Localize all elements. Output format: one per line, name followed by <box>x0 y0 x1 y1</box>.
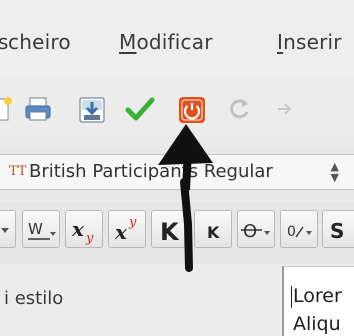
menu-item-label: cheiro <box>8 30 71 54</box>
menu-bar: s cheiro Modificar Inserir <box>0 0 354 78</box>
font-name-value: British Participants Regular <box>29 161 273 182</box>
new-document-icon[interactable] <box>0 96 14 122</box>
wave-underline-icon[interactable]: W <box>22 210 60 248</box>
svg-text:y: y <box>128 215 137 230</box>
style-label: i estilo <box>4 288 64 309</box>
superscript-icon[interactable]: x y <box>108 210 146 248</box>
svg-text:K: K <box>160 218 180 246</box>
save-download-icon[interactable] <box>78 96 105 123</box>
s-icon[interactable]: S <box>322 210 354 248</box>
menu-mnemonic: M <box>119 30 137 54</box>
underline-dropdown-icon[interactable] <box>0 210 16 248</box>
formatting-toolbar: W x y x y K K O 0 S <box>0 202 354 264</box>
reload-icon[interactable] <box>227 96 253 122</box>
font-name-combobox[interactable]: TT British Participants Regular ▲ ▼ <box>0 154 354 190</box>
document-area[interactable]: Lorer Aliqu <box>282 266 354 336</box>
menu-item-ficheiro[interactable]: cheiro <box>8 30 71 54</box>
svg-text:K: K <box>207 223 220 242</box>
strikethrough-icon[interactable]: O <box>237 210 275 248</box>
app-window: s cheiro Modificar Inserir TT British Pa… <box>0 0 354 336</box>
print-icon[interactable] <box>24 96 51 122</box>
truetype-font-icon: TT <box>9 164 27 179</box>
text-caret <box>291 286 292 308</box>
styles-panel: i estilo <box>0 266 282 336</box>
svg-text:x: x <box>71 217 85 241</box>
subscript-icon[interactable]: x y <box>65 210 103 248</box>
svg-text:y: y <box>85 231 94 246</box>
svg-text:W: W <box>28 220 43 238</box>
menu-item-modificar[interactable]: Modificar <box>119 30 213 54</box>
svg-text:x: x <box>114 220 128 244</box>
menu-item-label: nserir <box>283 30 342 54</box>
kerning-k-icon[interactable]: K <box>151 210 189 248</box>
green-checkmark-icon[interactable] <box>125 96 155 122</box>
svg-text:S: S <box>330 219 344 243</box>
numbering-icon[interactable]: 0 <box>280 210 318 248</box>
spin-arrows-icon[interactable]: ▲ ▼ <box>331 161 339 183</box>
document-line: Aliqu <box>293 313 341 335</box>
standard-toolbar <box>0 80 354 138</box>
svg-text:0: 0 <box>287 224 296 240</box>
document-line: Lorer <box>293 285 342 307</box>
menu-item-inserir[interactable]: Inserir <box>277 30 342 54</box>
svg-text:O: O <box>243 221 257 242</box>
font-toolbar: TT British Participants Regular ▲ ▼ <box>0 146 354 200</box>
arrow-icon[interactable] <box>272 96 298 122</box>
power-stop-icon[interactable] <box>178 96 205 123</box>
menu-item-label: odificar <box>136 30 213 54</box>
small-k-icon[interactable]: K <box>194 210 232 248</box>
